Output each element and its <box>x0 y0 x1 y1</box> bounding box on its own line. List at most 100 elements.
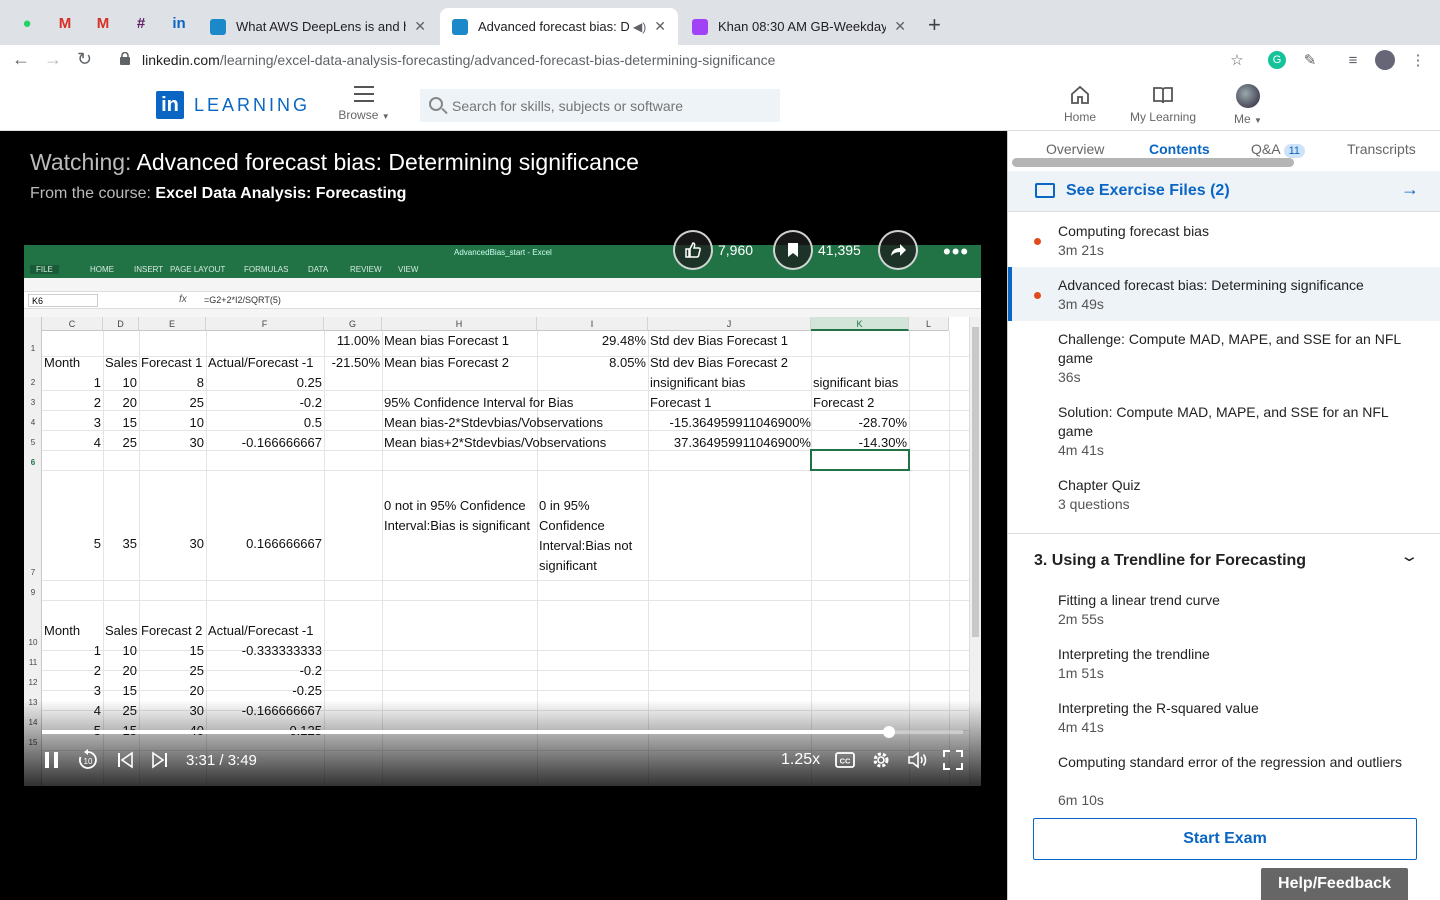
list-item-current[interactable]: Advanced forecast bias: Determining sign… <box>1008 267 1440 321</box>
browser-tab[interactable]: What AWS DeepLens is and ho ✕ <box>198 8 438 45</box>
close-tab-icon[interactable]: ✕ <box>414 18 426 35</box>
learning-logo-text[interactable]: LEARNING <box>194 95 310 116</box>
folder-icon <box>1035 183 1055 198</box>
chapter-title[interactable]: 3. Using a Trendline for Forecasting <box>1034 552 1306 570</box>
grammarly-extension-icon[interactable]: G <box>1268 51 1286 69</box>
excel-cell: 37.364959911046900% <box>673 435 811 450</box>
linkedin-pinned-tab-icon[interactable]: in <box>167 11 191 35</box>
like-icon[interactable] <box>673 230 713 270</box>
item-duration: 1m 51s <box>1058 665 1104 681</box>
excel-cell: 2 <box>93 663 101 678</box>
tab-transcripts[interactable]: Transcripts <box>1347 141 1416 157</box>
list-item[interactable]: Interpreting the trendline 1m 51s <box>1008 636 1440 690</box>
excel-cell: Std dev Bias Forecast 1 <box>650 333 789 348</box>
gmail-pinned-tab-icon-2[interactable]: M <box>91 11 115 35</box>
item-duration: 6m 10s <box>1058 792 1104 808</box>
nav-my-learning-label: My Learning <box>1129 110 1197 124</box>
excel-row-header: 7 <box>30 568 36 577</box>
url-field[interactable]: linkedin.com/learning/excel-data-analysi… <box>142 52 775 68</box>
chevron-down-icon[interactable]: ⌄ <box>1399 547 1419 565</box>
list-item[interactable]: Computing standard error of the regressi… <box>1008 744 1440 817</box>
item-title: Advanced forecast bias: Determining sign… <box>1058 277 1364 293</box>
browser-tab[interactable]: Khan 08:30 AM GB-Weekdays ✕ <box>680 8 918 45</box>
nav-me[interactable]: Me ▼ <box>1230 84 1266 126</box>
excel-cell: 25 <box>122 435 137 450</box>
tab-qa[interactable]: Q&A 11 <box>1251 141 1305 158</box>
save-control[interactable]: 41,395 <box>773 229 861 271</box>
excel-formula: =G2+2*I2/SQRT(5) <box>204 295 281 305</box>
browser-menu-icon[interactable]: ⋮ <box>1408 50 1428 70</box>
excel-cell: 1 <box>93 375 101 390</box>
nav-my-learning[interactable]: My Learning <box>1126 84 1200 124</box>
exercise-files-label: See Exercise Files (2) <box>1066 182 1230 199</box>
next-icon[interactable] <box>148 748 172 772</box>
back-icon[interactable]: ← <box>12 49 30 70</box>
playback-speed-button[interactable]: 1.25x <box>781 748 820 772</box>
like-control[interactable]: 7,960 <box>673 229 753 271</box>
list-item[interactable]: Fitting a linear trend curve 2m 55s <box>1008 582 1440 636</box>
search-bar <box>420 89 780 122</box>
excel-cell: -0.333333333 <box>241 643 322 658</box>
pause-icon[interactable] <box>40 748 64 772</box>
exercise-files-link[interactable]: See Exercise Files (2) → <box>1008 171 1440 212</box>
divider <box>1008 533 1440 534</box>
search-input[interactable] <box>452 89 772 122</box>
excel-cell: 5 <box>93 536 101 551</box>
browse-menu-button[interactable]: Browse ▼ <box>338 86 390 122</box>
start-exam-button[interactable]: Start Exam <box>1033 818 1417 860</box>
previous-icon[interactable] <box>113 748 137 772</box>
list-item[interactable]: Challenge: Compute MAD, MAPE, and SSE fo… <box>1008 321 1440 394</box>
list-item[interactable]: Solution: Compute MAD, MAPE, and SSE for… <box>1008 394 1440 467</box>
share-control[interactable] <box>878 229 918 271</box>
gmail-pinned-tab-icon[interactable]: M <box>53 11 77 35</box>
extension-icon[interactable]: ✎ <box>1300 50 1320 70</box>
tab-title: What AWS DeepLens is and ho <box>236 19 407 34</box>
excel-cell: -0.25 <box>292 683 322 698</box>
more-icon[interactable]: ••• <box>943 239 969 265</box>
volume-icon[interactable] <box>906 748 930 772</box>
tab-overview[interactable]: Overview <box>1046 141 1104 157</box>
home-icon <box>1071 85 1089 104</box>
profile-avatar-icon[interactable] <box>1375 50 1395 70</box>
bookmark-star-icon[interactable]: ☆ <box>1227 50 1247 70</box>
audio-playing-icon[interactable]: ◀) <box>633 20 646 34</box>
reload-icon[interactable]: ↻ <box>77 49 92 70</box>
linkedin-logo-icon[interactable]: in <box>156 91 184 119</box>
nav-home[interactable]: Home <box>1058 84 1102 124</box>
forward-icon[interactable]: → <box>44 49 62 70</box>
item-title: Solution: Compute MAD, MAPE, and SSE for… <box>1058 404 1389 439</box>
tabs-scrollbar[interactable] <box>1012 158 1294 167</box>
book-icon <box>1153 87 1173 104</box>
bookmark-icon[interactable] <box>773 230 813 270</box>
arrow-right-icon: → <box>1401 179 1419 199</box>
browser-tab-active[interactable]: Advanced forecast bias: De ◀) ✕ <box>440 8 678 45</box>
item-title: Fitting a linear trend curve <box>1058 592 1220 608</box>
excel-cell: significant bias <box>813 375 899 390</box>
list-item[interactable]: Interpreting the R-squared value 4m 41s <box>1008 690 1440 744</box>
tab-contents[interactable]: Contents <box>1149 141 1210 157</box>
share-icon[interactable] <box>878 230 918 270</box>
excel-cell: 15 <box>189 643 204 658</box>
excel-selected-cell <box>810 449 910 471</box>
close-tab-icon[interactable]: ✕ <box>894 18 906 35</box>
help-feedback-button[interactable]: Help/Feedback <box>1261 868 1408 900</box>
list-item[interactable]: Chapter Quiz 3 questions <box>1008 467 1440 521</box>
slack-pinned-tab-icon[interactable]: # <box>129 11 153 35</box>
item-duration: 3 questions <box>1058 496 1130 512</box>
media-controls-icon[interactable]: ≡ <box>1343 50 1363 70</box>
course-link[interactable]: Excel Data Analysis: Forecasting <box>155 185 406 202</box>
replay-10-icon[interactable]: 10 <box>76 748 100 772</box>
settings-icon[interactable] <box>870 748 892 772</box>
new-tab-icon[interactable]: + <box>928 12 941 38</box>
fullscreen-icon[interactable] <box>942 748 964 772</box>
list-item[interactable]: Computing forecast bias 3m 21s <box>1008 213 1440 267</box>
excel-scroll-thumb <box>972 327 979 637</box>
whatsapp-pinned-tab-icon[interactable]: ● <box>15 11 39 35</box>
excel-cell: 10 <box>122 643 137 658</box>
course-line: From the course: Excel Data Analysis: Fo… <box>30 185 406 203</box>
captions-icon[interactable]: CC <box>834 748 856 772</box>
excel-column-header: C <box>42 317 103 331</box>
close-tab-icon[interactable]: ✕ <box>654 18 666 35</box>
progress-bar[interactable] <box>42 726 963 738</box>
qa-count-badge: 11 <box>1283 144 1305 158</box>
